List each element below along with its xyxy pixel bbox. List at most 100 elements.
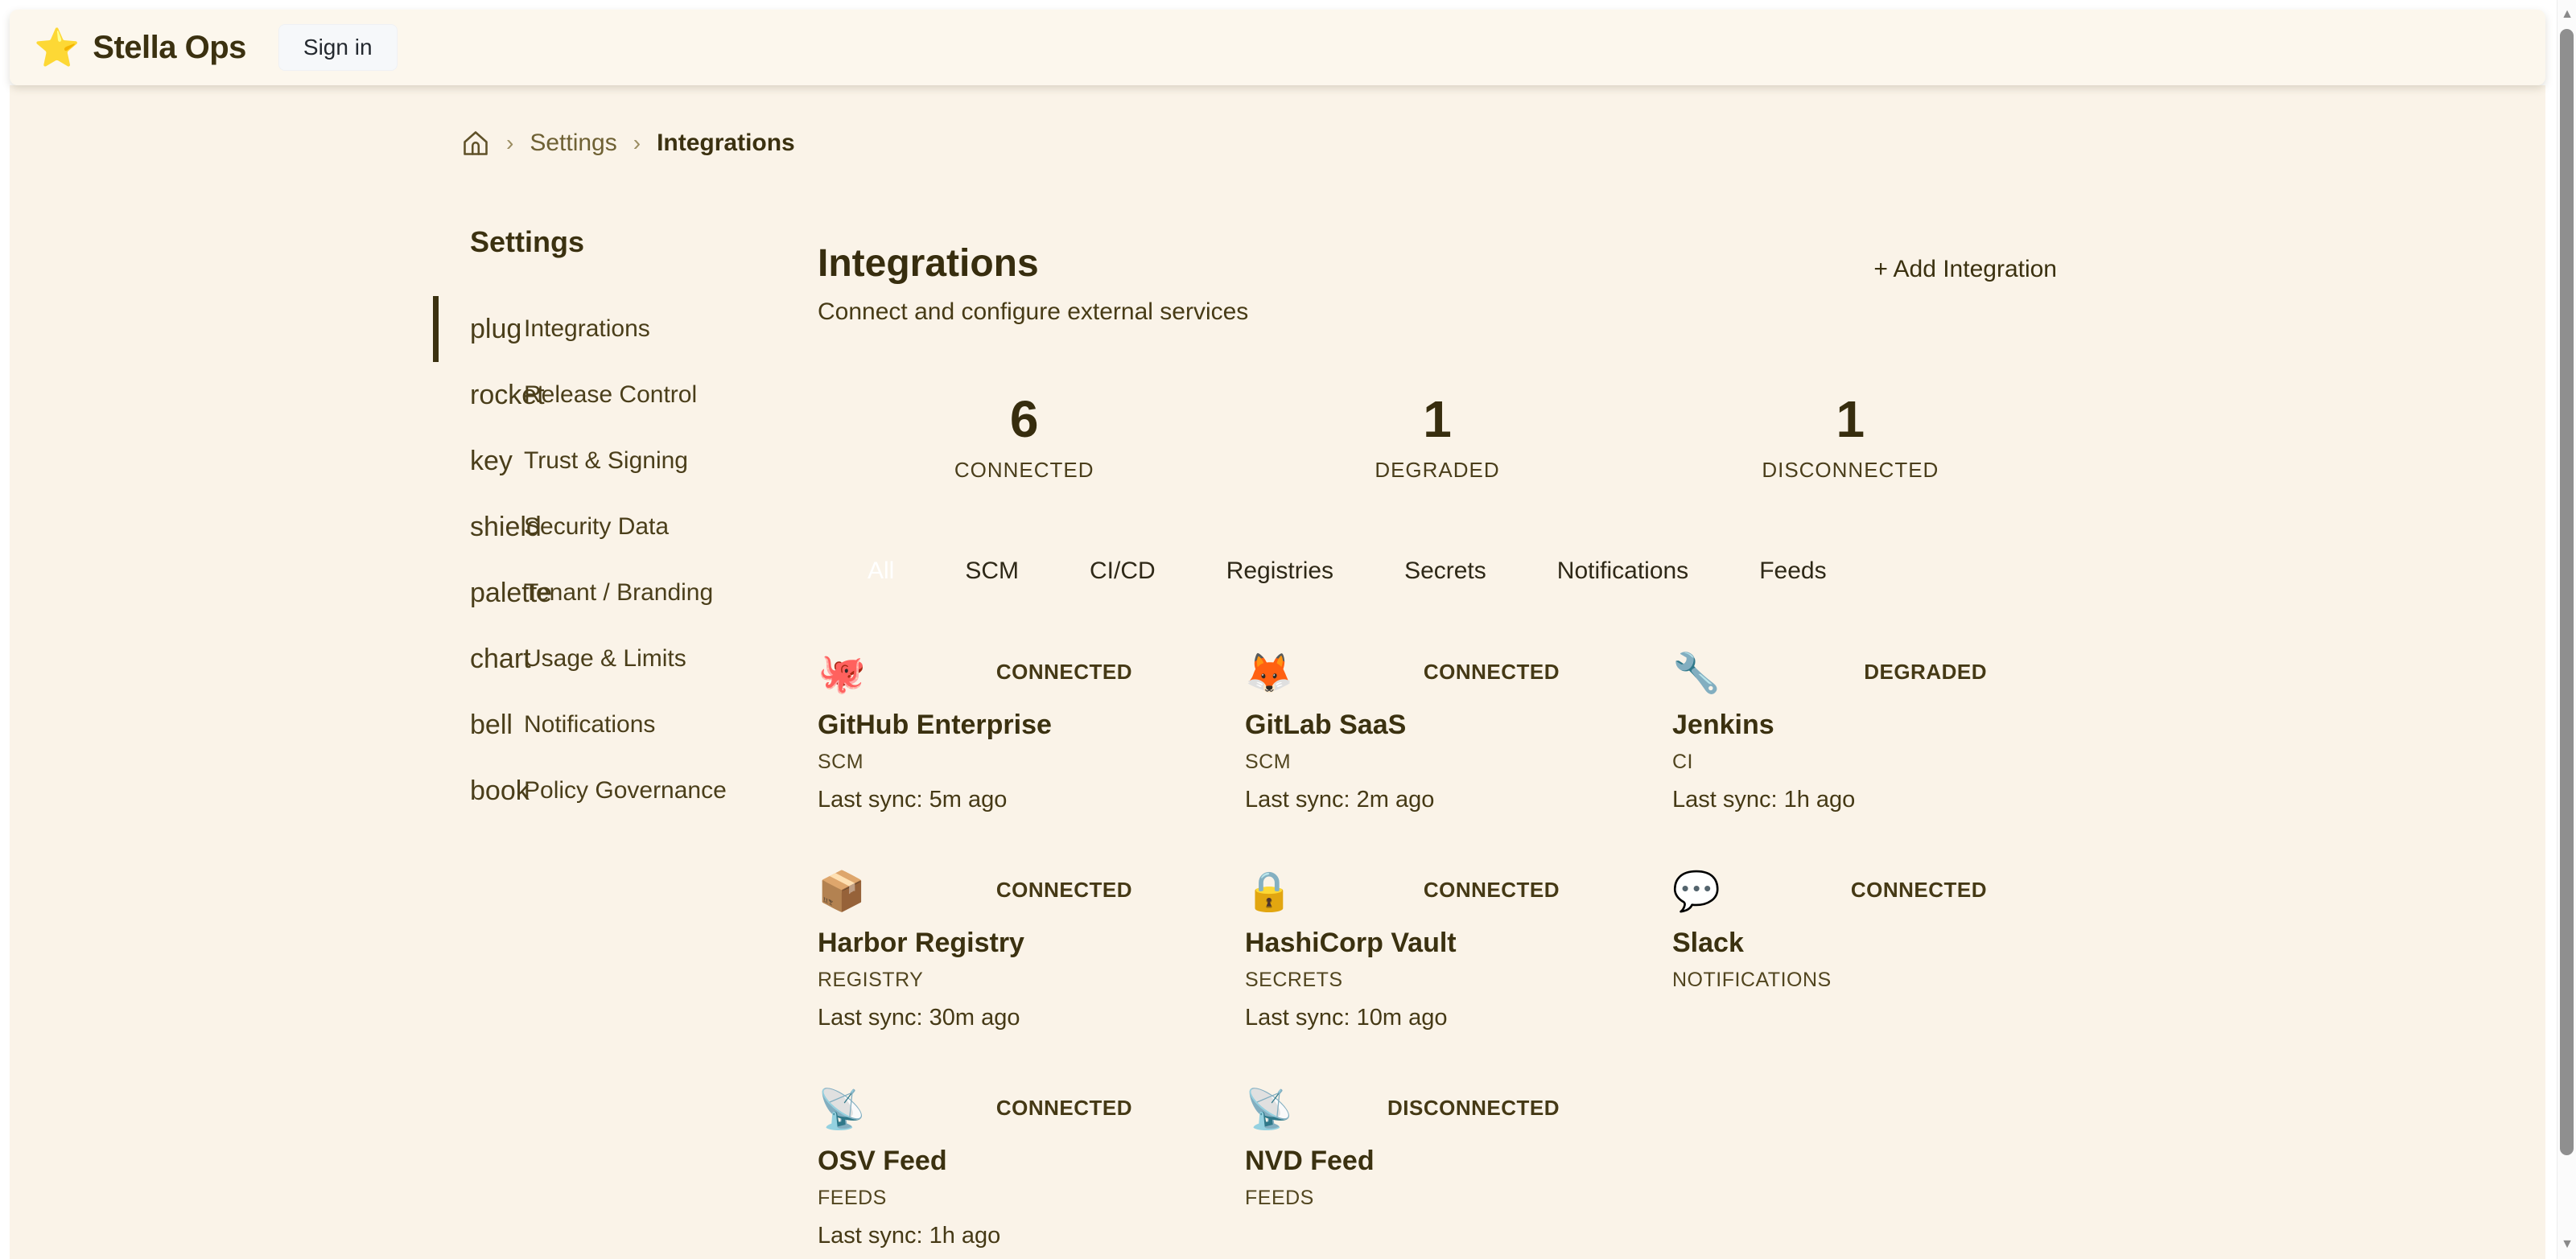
integration-grid: 🐙 CONNECTED GitHub Enterprise SCM Last s…: [818, 653, 2057, 1249]
release-control-nav-icon: rocket: [470, 380, 524, 411]
status-badge: CONNECTED: [996, 660, 1132, 685]
add-integration-button[interactable]: + Add Integration: [1873, 256, 2057, 283]
integration-card-harbor-registry[interactable]: 📦 CONNECTED Harbor Registry REGISTRY Las…: [818, 871, 1245, 1031]
tenant-branding-nav-icon: palette: [470, 578, 524, 609]
stat-connected: 6 CONNECTED: [818, 393, 1230, 483]
integration-category: NOTIFICATIONS: [1672, 969, 1987, 992]
notifications-nav-icon: bell: [470, 710, 524, 741]
sidebar-item-security-data[interactable]: shield Security Data: [433, 494, 818, 560]
sidebar-item-label: Tenant / Branding: [524, 579, 713, 607]
breadcrumb-current: Integrations: [657, 130, 795, 157]
breadcrumb: › Settings › Integrations: [461, 129, 795, 158]
brand-title: Stella Ops: [93, 30, 246, 66]
usage-limits-nav-icon: chart: [470, 644, 524, 675]
tab-ci-cd[interactable]: CI/CD: [1054, 552, 1191, 590]
sidebar-item-usage-limits[interactable]: chart Usage & Limits: [433, 626, 818, 692]
integrations-nav-icon: plug: [470, 314, 524, 345]
sidebar-item-integrations[interactable]: plug Integrations: [433, 296, 818, 362]
breadcrumb-separator: ›: [633, 130, 641, 156]
integration-name: Harbor Registry: [818, 928, 1132, 959]
vertical-scrollbar[interactable]: ▲ ▼: [2557, 0, 2576, 1259]
integration-category: CI: [1672, 751, 1987, 774]
status-badge: CONNECTED: [1851, 878, 1987, 903]
status-badge: CONNECTED: [996, 878, 1132, 903]
tab-secrets[interactable]: Secrets: [1369, 552, 1522, 590]
tab-feeds[interactable]: Feeds: [1724, 552, 1861, 590]
integration-last-sync: Last sync: 30m ago: [818, 1005, 1132, 1031]
main-header-row: Integrations Connect and configure exter…: [818, 241, 2057, 326]
main-title-block: Integrations Connect and configure exter…: [818, 241, 1248, 326]
policy-governance-nav-icon: book: [470, 776, 524, 807]
tab-scm[interactable]: SCM: [929, 552, 1054, 590]
breadcrumb-settings[interactable]: Settings: [530, 130, 616, 157]
sidebar-item-label: Usage & Limits: [524, 645, 686, 673]
breadcrumb-separator: ›: [506, 130, 513, 156]
integration-card-osv-feed[interactable]: 📡 CONNECTED OSV Feed FEEDS Last sync: 1h…: [818, 1089, 1245, 1249]
stat-label: DISCONNECTED: [1644, 458, 2057, 483]
integration-name: GitLab SaaS: [1245, 710, 1560, 741]
integration-category: FEEDS: [818, 1187, 1132, 1210]
stat-disconnected: 1 DISCONNECTED: [1644, 393, 2057, 483]
page: ⭐ Stella Ops Sign in › Settings › Integr…: [0, 0, 2576, 1259]
status-badge: CONNECTED: [996, 1096, 1132, 1121]
sidebar-item-release-control[interactable]: rocket Release Control: [433, 362, 818, 428]
app-header: ⭐ Stella Ops Sign in: [10, 10, 2545, 85]
stat-value: 1: [1644, 393, 2057, 445]
security-data-nav-icon: shield: [470, 512, 524, 543]
page-subtitle: Connect and configure external services: [818, 298, 1248, 326]
stat-degraded: 1 DEGRADED: [1230, 393, 1643, 483]
integration-category: FEEDS: [1245, 1187, 1560, 1210]
stat-value: 6: [818, 393, 1230, 445]
integration-card-hashicorp-vault[interactable]: 🔒 CONNECTED HashiCorp Vault SECRETS Last…: [1245, 871, 1672, 1031]
sidebar-item-label: Security Data: [524, 513, 669, 541]
integration-last-sync: Last sync: 10m ago: [1245, 1005, 1560, 1031]
sidebar-item-policy-governance[interactable]: book Policy Governance: [433, 758, 818, 824]
settings-sidebar: Settings plug Integrations rocket Releas…: [433, 214, 818, 1249]
stat-label: DEGRADED: [1230, 458, 1643, 483]
sidebar-item-label: Policy Governance: [524, 777, 727, 804]
integration-name: HashiCorp Vault: [1245, 928, 1560, 959]
home-icon[interactable]: [461, 129, 490, 158]
tab-registries[interactable]: Registries: [1191, 552, 1369, 590]
integration-card-github-enterprise[interactable]: 🐙 CONNECTED GitHub Enterprise SCM Last s…: [818, 653, 1245, 813]
status-badge: DISCONNECTED: [1387, 1096, 1560, 1121]
integration-name: GitHub Enterprise: [818, 710, 1132, 741]
integration-last-sync: Last sync: 1h ago: [818, 1223, 1132, 1249]
integration-category: SECRETS: [1245, 969, 1560, 992]
scroll-up-icon[interactable]: ▲: [2557, 8, 2576, 21]
status-badge: CONNECTED: [1424, 878, 1560, 903]
integration-last-sync: Last sync: 2m ago: [1245, 787, 1560, 813]
integration-category: SCM: [818, 751, 1132, 774]
integration-card-gitlab-saas[interactable]: 🦊 CONNECTED GitLab SaaS SCM Last sync: 2…: [1245, 653, 1672, 813]
page-title: Integrations: [818, 241, 1248, 286]
integration-card-nvd-feed[interactable]: 📡 DISCONNECTED NVD Feed FEEDS: [1245, 1089, 1672, 1249]
scroll-down-icon[interactable]: ▼: [2557, 1238, 2576, 1251]
sign-in-button[interactable]: Sign in: [278, 24, 398, 71]
tab-notifications[interactable]: Notifications: [1522, 552, 1724, 590]
sidebar-item-label: Notifications: [524, 711, 655, 739]
settings-layout: Settings plug Integrations rocket Releas…: [433, 214, 2057, 1249]
sidebar-item-notifications[interactable]: bell Notifications: [433, 692, 818, 758]
sidebar-item-label: Integrations: [524, 315, 650, 343]
integration-card-jenkins[interactable]: 🔧 DEGRADED Jenkins CI Last sync: 1h ago: [1672, 653, 2100, 813]
sidebar-item-label: Trust & Signing: [524, 447, 688, 475]
category-tabs: All SCM CI/CD Registries Secrets Notific…: [832, 552, 2057, 590]
integration-name: Slack: [1672, 928, 1987, 959]
integrations-main: Integrations Connect and configure exter…: [818, 214, 2057, 1249]
scrollbar-thumb[interactable]: [2560, 29, 2574, 1155]
content-area: › Settings › Integrations Settings plug …: [10, 85, 2545, 1259]
integration-category: REGISTRY: [818, 969, 1132, 992]
sidebar-title: Settings: [470, 225, 818, 259]
tab-all[interactable]: All: [832, 552, 929, 590]
stat-label: CONNECTED: [818, 458, 1230, 483]
sidebar-item-tenant-branding[interactable]: palette Tenant / Branding: [433, 560, 818, 626]
status-badge: CONNECTED: [1424, 660, 1560, 685]
integration-card-slack[interactable]: 💬 CONNECTED Slack NOTIFICATIONS: [1672, 871, 2100, 1031]
stella-logo-icon: ⭐: [34, 29, 80, 66]
integration-name: Jenkins: [1672, 710, 1987, 741]
status-badge: DEGRADED: [1864, 660, 1987, 685]
sidebar-nav: plug Integrations rocket Release Control…: [433, 296, 818, 824]
sidebar-item-trust-signing[interactable]: key Trust & Signing: [433, 428, 818, 494]
integration-name: NVD Feed: [1245, 1146, 1560, 1177]
sidebar-item-label: Release Control: [524, 381, 697, 409]
